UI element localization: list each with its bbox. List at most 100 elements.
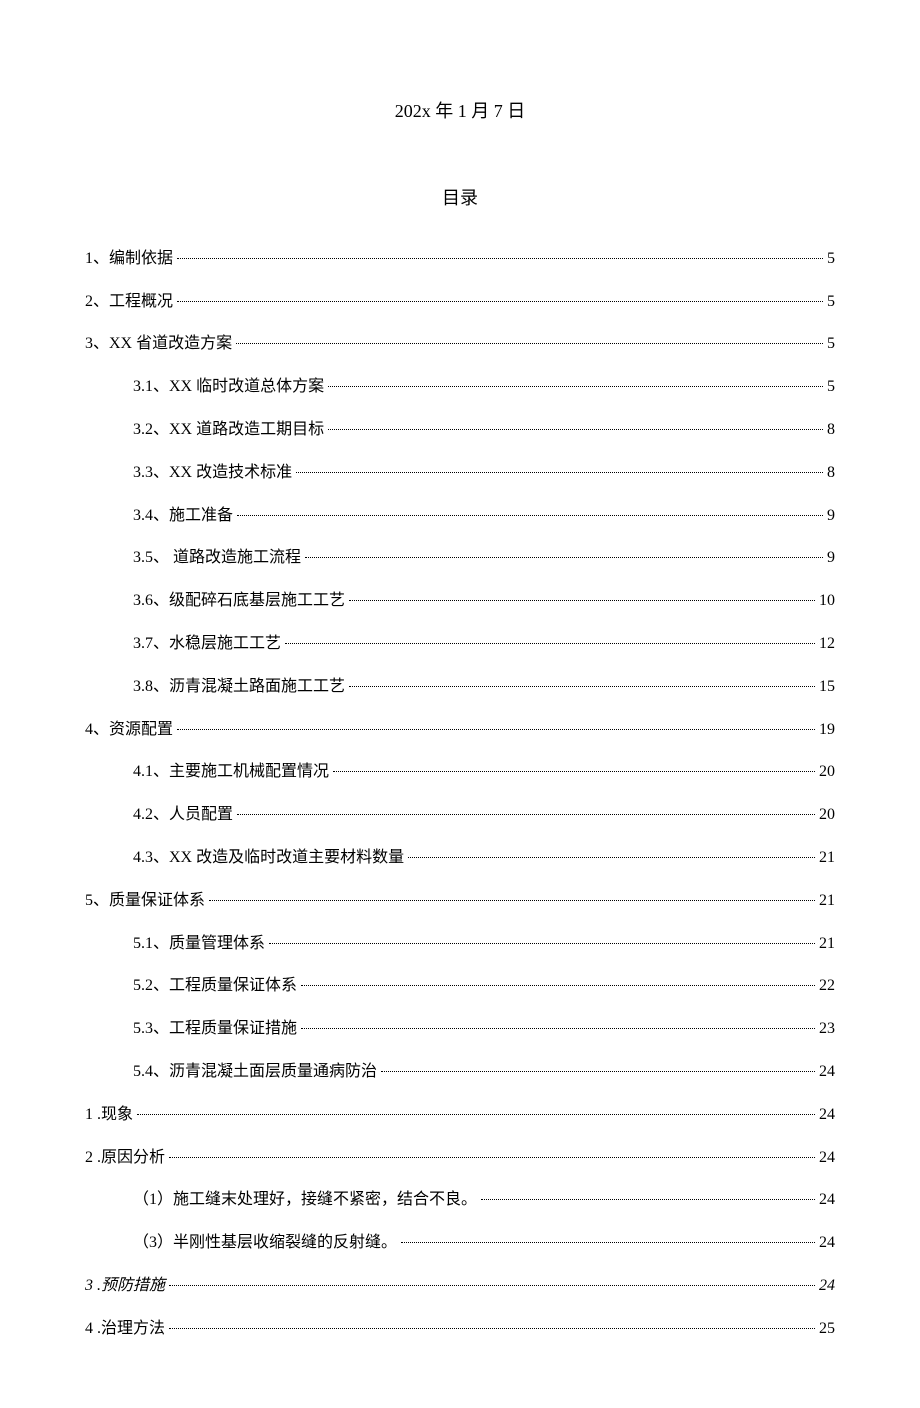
toc-entry-label: （1）施工缝末处理好，接缝不紧密，结合不良。 xyxy=(133,1186,477,1215)
toc-dots xyxy=(177,729,815,730)
toc-entry-page: 21 xyxy=(819,930,835,959)
toc-entry: 3.8、沥青混凝土路面施工工艺 15 xyxy=(85,673,835,702)
toc-dots xyxy=(408,857,815,858)
toc-entry-label: 3.1、XX 临时改道总体方案 xyxy=(133,373,324,402)
toc-dots xyxy=(301,985,815,986)
toc-entry-label: 3.3、XX 改造技术标准 xyxy=(133,459,292,488)
toc-entry-page: 22 xyxy=(819,972,835,1001)
toc-entry-page: 15 xyxy=(819,673,835,702)
toc-entry-page: 20 xyxy=(819,758,835,787)
toc-entry-page: 24 xyxy=(819,1101,835,1130)
toc-dots xyxy=(296,472,823,473)
toc-dots xyxy=(236,343,823,344)
toc-dots xyxy=(333,771,815,772)
toc-dots xyxy=(328,386,823,387)
toc-dots xyxy=(381,1071,815,1072)
toc-dots xyxy=(237,515,823,516)
toc-entry-label: 3.6、级配碎石底基层施工工艺 xyxy=(133,587,345,616)
toc-entry-page: 5 xyxy=(827,288,835,317)
toc-entry-page: 24 xyxy=(819,1058,835,1087)
toc-entry: 2、工程概况 5 xyxy=(85,288,835,317)
toc-dots xyxy=(209,900,815,901)
toc-dots xyxy=(169,1157,815,1158)
toc-entry-label: 4、资源配置 xyxy=(85,716,173,745)
toc-entry: 4.2、人员配置 20 xyxy=(85,801,835,830)
toc-container: 1、编制依据52、工程概况53、XX 省道改造方案 53.1、XX 临时改道总体… xyxy=(85,245,835,1344)
toc-entry-page: 21 xyxy=(819,844,835,873)
toc-title: 目录 xyxy=(85,182,835,214)
toc-entry: 5.1、质量管理体系 21 xyxy=(85,930,835,959)
toc-entry-page: 8 xyxy=(827,416,835,445)
toc-entry-label: 3.2、XX 道路改造工期目标 xyxy=(133,416,324,445)
toc-entry-label: 4.1、主要施工机械配置情况 xyxy=(133,758,329,787)
toc-entry: （3）半刚性基层收缩裂缝的反射缝。 24 xyxy=(85,1229,835,1258)
toc-entry-page: 25 xyxy=(819,1315,835,1344)
toc-entry-label: 5.4、沥青混凝土面层质量通病防治 xyxy=(133,1058,377,1087)
toc-entry-page: 8 xyxy=(827,459,835,488)
toc-entry: 3.2、XX 道路改造工期目标 8 xyxy=(85,416,835,445)
toc-entry-page: 23 xyxy=(819,1015,835,1044)
toc-entry-page: 10 xyxy=(819,587,835,616)
toc-entry: 3.5、 道路改造施工流程 9 xyxy=(85,544,835,573)
toc-entry: 5.2、工程质量保证体系 22 xyxy=(85,972,835,1001)
toc-entry-label: 2、工程概况 xyxy=(85,288,173,317)
toc-entry: 3.6、级配碎石底基层施工工艺 10 xyxy=(85,587,835,616)
toc-dots xyxy=(177,258,823,259)
toc-entry-page: 24 xyxy=(819,1186,835,1215)
toc-entry-page: 24 xyxy=(819,1272,835,1301)
toc-entry-page: 20 xyxy=(819,801,835,830)
toc-entry-page: 19 xyxy=(819,716,835,745)
toc-entry-label: 3.5、 道路改造施工流程 xyxy=(133,544,301,573)
toc-entry: 5、质量保证体系 21 xyxy=(85,887,835,916)
toc-entry-label: 3.8、沥青混凝土路面施工工艺 xyxy=(133,673,345,702)
toc-entry: （1）施工缝末处理好，接缝不紧密，结合不良。 24 xyxy=(85,1186,835,1215)
toc-entry-page: 9 xyxy=(827,544,835,573)
toc-dots xyxy=(328,429,823,430)
toc-entry: 3、XX 省道改造方案 5 xyxy=(85,330,835,359)
toc-entry: 1、编制依据5 xyxy=(85,245,835,274)
toc-entry-label: 5.1、质量管理体系 xyxy=(133,930,265,959)
toc-entry-page: 12 xyxy=(819,630,835,659)
toc-entry-page: 9 xyxy=(827,502,835,531)
toc-dots xyxy=(349,686,815,687)
toc-entry-page: 5 xyxy=(827,330,835,359)
toc-entry-label: 5、质量保证体系 xyxy=(85,887,205,916)
toc-entry: 1 .现象 24 xyxy=(85,1101,835,1130)
toc-entry: 4、资源配置 19 xyxy=(85,716,835,745)
toc-entry: 4 .治理方法 25 xyxy=(85,1315,835,1344)
toc-entry-label: 4 .治理方法 xyxy=(85,1315,165,1344)
toc-entry: 4.3、XX 改造及临时改道主要材料数量 21 xyxy=(85,844,835,873)
toc-entry: 3.3、XX 改造技术标准 8 xyxy=(85,459,835,488)
toc-entry: 4.1、主要施工机械配置情况 20 xyxy=(85,758,835,787)
toc-dots xyxy=(169,1285,815,1286)
toc-entry: 3.7、水稳层施工工艺 12 xyxy=(85,630,835,659)
toc-dots xyxy=(177,301,823,302)
toc-entry-label: 3.4、施工准备 xyxy=(133,502,233,531)
toc-dots xyxy=(401,1242,815,1243)
toc-entry-label: （3）半刚性基层收缩裂缝的反射缝。 xyxy=(133,1229,397,1258)
toc-dots xyxy=(301,1028,815,1029)
toc-entry: 3.1、XX 临时改道总体方案 5 xyxy=(85,373,835,402)
toc-entry: 5.4、沥青混凝土面层质量通病防治 24 xyxy=(85,1058,835,1087)
toc-entry-label: 1 .现象 xyxy=(85,1101,133,1130)
toc-entry: 3 .预防措施 24 xyxy=(85,1272,835,1301)
toc-dots xyxy=(137,1114,815,1115)
toc-entry-label: 5.3、工程质量保证措施 xyxy=(133,1015,297,1044)
toc-entry-label: 1、编制依据 xyxy=(85,245,173,274)
toc-dots xyxy=(349,600,815,601)
toc-entry-label: 4.2、人员配置 xyxy=(133,801,233,830)
toc-entry-label: 4.3、XX 改造及临时改道主要材料数量 xyxy=(133,844,404,873)
toc-dots xyxy=(481,1199,815,1200)
date-header: 202x 年 1 月 7 日 xyxy=(85,95,835,127)
toc-entry-page: 5 xyxy=(827,373,835,402)
toc-entry-label: 3、XX 省道改造方案 xyxy=(85,330,232,359)
toc-entry-label: 3.7、水稳层施工工艺 xyxy=(133,630,281,659)
toc-dots xyxy=(237,814,815,815)
toc-dots xyxy=(305,557,823,558)
toc-entry-label: 3 .预防措施 xyxy=(85,1272,165,1301)
toc-entry: 2 .原因分析 24 xyxy=(85,1144,835,1173)
toc-entry: 5.3、工程质量保证措施 23 xyxy=(85,1015,835,1044)
toc-entry-page: 21 xyxy=(819,887,835,916)
toc-dots xyxy=(269,943,815,944)
toc-entry: 3.4、施工准备 9 xyxy=(85,502,835,531)
